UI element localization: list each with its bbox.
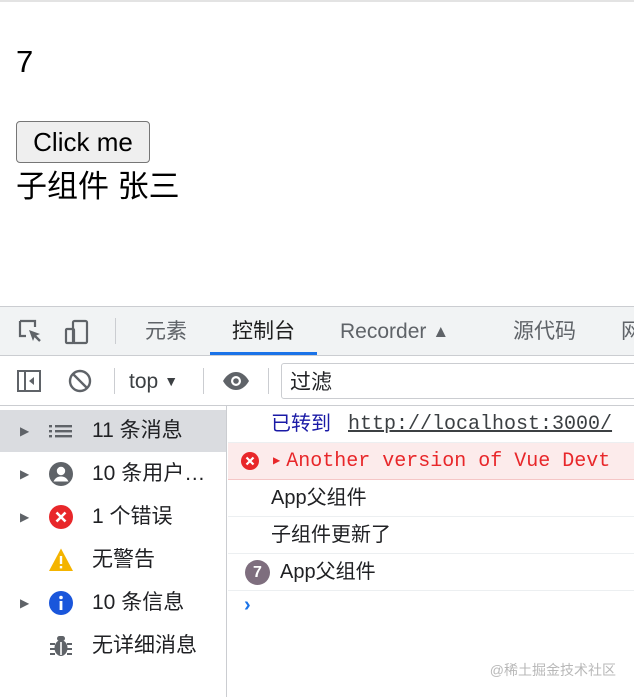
sidebar-item-label: 无警告: [92, 548, 155, 571]
tab-sources[interactable]: 源代码: [513, 307, 576, 355]
list-icon: [48, 418, 74, 444]
context-selector-value: top: [129, 370, 159, 393]
live-expression-eye-icon[interactable]: [221, 369, 251, 393]
sidebar-item-label: 无详细消息: [92, 634, 197, 657]
tab-elements[interactable]: 元素: [145, 307, 187, 355]
console-messages: 已转到 http://localhost:3000/ ▶ Another vers…: [228, 406, 634, 697]
dropdown-arrow-icon: ▼: [164, 373, 179, 389]
expand-arrow-icon[interactable]: ▶: [20, 509, 29, 525]
console-log-row: App父组件: [228, 480, 634, 517]
sidebar-item-messages[interactable]: ▶ 11 条消息: [0, 410, 226, 452]
console-toolbar: top ▼: [0, 356, 634, 406]
console-error-row[interactable]: ▶ Another version of Vue Devt: [228, 443, 634, 480]
log-message: 子组件更新了: [271, 524, 391, 546]
sidebar-item-label: 10 条信息: [92, 591, 185, 614]
console-sidebar: ▶ 11 条消息 ▶ 10 条用户… ▶ 1 个错误 无警告 ▶ 10 条信息 …: [0, 406, 227, 697]
sidebar-item-label: 11 条消息: [92, 419, 183, 442]
toolbar-divider: [203, 368, 204, 394]
sidebar-item-label: 10 条用户…: [92, 462, 206, 485]
log-message: App父组件: [280, 561, 376, 583]
watermark: @稀土掘金技术社区: [489, 662, 616, 678]
navigated-url-link[interactable]: http://localhost:3000/: [348, 406, 612, 443]
info-icon: [48, 590, 74, 616]
error-icon: [240, 451, 260, 471]
tabbar-divider: [115, 318, 116, 344]
devtools-panel: 元素 控制台 Recorder ▲ 源代码 网 top ▼ 过滤 ▶ 11 条消…: [0, 306, 634, 697]
console-prompt-icon[interactable]: ›: [244, 594, 251, 617]
error-icon: [48, 504, 74, 530]
expand-arrow-icon[interactable]: ▶: [273, 454, 280, 468]
navigated-to-label: 已转到: [271, 413, 331, 435]
tab-recorder-label: Recorder: [340, 320, 427, 343]
expand-arrow-icon[interactable]: ▶: [20, 466, 29, 482]
repeat-count-badge: 7: [245, 560, 270, 585]
toolbar-divider: [268, 368, 269, 394]
tab-network[interactable]: 网: [621, 307, 634, 355]
devtools-tabbar: 元素 控制台 Recorder ▲ 源代码 网: [0, 307, 634, 356]
page-viewport: 7 Click me 子组件 张三: [0, 0, 634, 306]
error-message: ▶ Another version of Vue Devt: [273, 443, 610, 480]
log-message: App父组件: [271, 487, 367, 509]
expand-arrow-icon[interactable]: ▶: [20, 595, 29, 611]
sidebar-item-errors[interactable]: ▶ 1 个错误: [0, 496, 226, 538]
sidebar-item-verbose[interactable]: 无详细消息: [0, 625, 226, 667]
clear-console-icon[interactable]: [67, 368, 93, 394]
console-log-row: 子组件更新了: [228, 517, 634, 554]
console-navigation-row: 已转到 http://localhost:3000/: [228, 406, 634, 443]
tab-recorder[interactable]: Recorder ▲: [340, 307, 449, 355]
inspect-element-icon[interactable]: [17, 318, 45, 346]
sidebar-item-warnings[interactable]: 无警告: [0, 539, 226, 581]
warning-icon: [48, 547, 74, 573]
tab-console[interactable]: 控制台: [210, 307, 317, 355]
sidebar-item-info[interactable]: ▶ 10 条信息: [0, 582, 226, 624]
click-me-button[interactable]: Click me: [16, 121, 150, 163]
error-message-text: Another version of Vue Devt: [286, 450, 611, 473]
sidebar-toggle-icon[interactable]: [16, 368, 42, 394]
context-selector[interactable]: top ▼: [129, 367, 178, 395]
counter-value: 7: [16, 44, 34, 79]
sidebar-item-label: 1 个错误: [92, 505, 173, 528]
child-component-text: 子组件 张三: [16, 169, 180, 204]
console-log-row-repeated: 7 App父组件: [228, 554, 634, 591]
bug-icon: [48, 633, 74, 659]
flask-icon: ▲: [432, 322, 450, 341]
expand-arrow-icon[interactable]: ▶: [20, 423, 29, 439]
device-toolbar-icon[interactable]: [63, 318, 91, 346]
toolbar-divider: [114, 368, 115, 394]
sidebar-item-user-messages[interactable]: ▶ 10 条用户…: [0, 453, 226, 495]
user-icon: [48, 461, 74, 487]
filter-input[interactable]: [281, 363, 634, 399]
